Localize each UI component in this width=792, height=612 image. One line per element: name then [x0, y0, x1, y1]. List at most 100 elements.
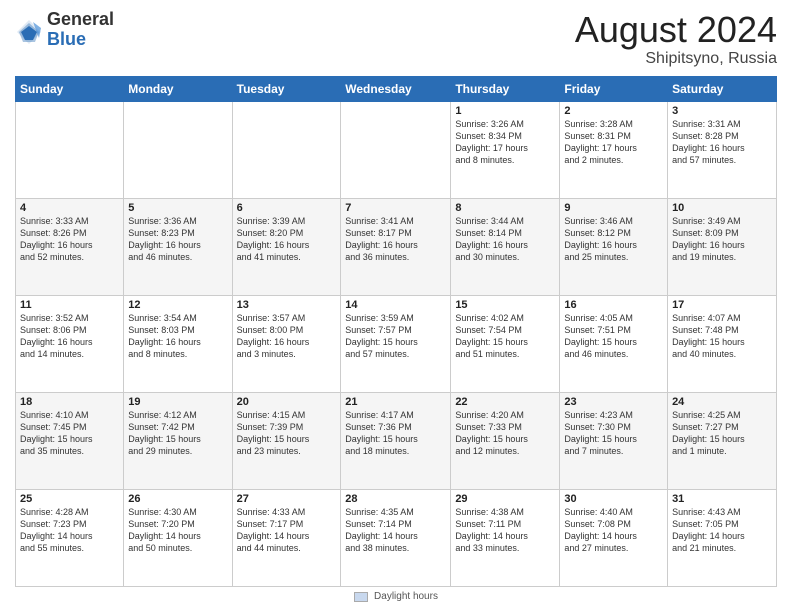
calendar-cell-w3d1: 19Sunrise: 4:12 AM Sunset: 7:42 PM Dayli… [124, 392, 232, 489]
calendar-cell-w1d0: 4Sunrise: 3:33 AM Sunset: 8:26 PM Daylig… [16, 198, 124, 295]
day-info: Sunrise: 4:17 AM Sunset: 7:36 PM Dayligh… [345, 409, 446, 458]
calendar-cell-w4d1: 26Sunrise: 4:30 AM Sunset: 7:20 PM Dayli… [124, 489, 232, 586]
day-info: Sunrise: 4:10 AM Sunset: 7:45 PM Dayligh… [20, 409, 119, 458]
day-info: Sunrise: 3:52 AM Sunset: 8:06 PM Dayligh… [20, 312, 119, 361]
day-number: 28 [345, 493, 446, 505]
logo-text: General Blue [47, 10, 114, 50]
day-info: Sunrise: 3:28 AM Sunset: 8:31 PM Dayligh… [564, 118, 663, 167]
weekday-header-row: SundayMondayTuesdayWednesdayThursdayFrid… [16, 76, 777, 101]
day-number: 5 [128, 202, 227, 214]
calendar-cell-w3d0: 18Sunrise: 4:10 AM Sunset: 7:45 PM Dayli… [16, 392, 124, 489]
calendar-cell-w4d2: 27Sunrise: 4:33 AM Sunset: 7:17 PM Dayli… [232, 489, 341, 586]
day-number: 18 [20, 396, 119, 408]
calendar-cell-w4d0: 25Sunrise: 4:28 AM Sunset: 7:23 PM Dayli… [16, 489, 124, 586]
day-info: Sunrise: 4:15 AM Sunset: 7:39 PM Dayligh… [237, 409, 337, 458]
weekday-header-wednesday: Wednesday [341, 76, 451, 101]
calendar-cell-w3d2: 20Sunrise: 4:15 AM Sunset: 7:39 PM Dayli… [232, 392, 341, 489]
week-row-1: 4Sunrise: 3:33 AM Sunset: 8:26 PM Daylig… [16, 198, 777, 295]
day-number: 19 [128, 396, 227, 408]
day-number: 22 [455, 396, 555, 408]
calendar-cell-w1d1: 5Sunrise: 3:36 AM Sunset: 8:23 PM Daylig… [124, 198, 232, 295]
day-info: Sunrise: 3:36 AM Sunset: 8:23 PM Dayligh… [128, 215, 227, 264]
logo-general: General [47, 10, 114, 30]
calendar-cell-w1d2: 6Sunrise: 3:39 AM Sunset: 8:20 PM Daylig… [232, 198, 341, 295]
day-number: 26 [128, 493, 227, 505]
calendar-cell-w1d5: 9Sunrise: 3:46 AM Sunset: 8:12 PM Daylig… [560, 198, 668, 295]
calendar-cell-w4d5: 30Sunrise: 4:40 AM Sunset: 7:08 PM Dayli… [560, 489, 668, 586]
calendar-cell-w0d6: 3Sunrise: 3:31 AM Sunset: 8:28 PM Daylig… [668, 101, 777, 198]
calendar-cell-w1d3: 7Sunrise: 3:41 AM Sunset: 8:17 PM Daylig… [341, 198, 451, 295]
day-info: Sunrise: 4:40 AM Sunset: 7:08 PM Dayligh… [564, 506, 663, 555]
calendar-cell-w0d3 [341, 101, 451, 198]
daylight-label: Daylight hours [374, 591, 438, 602]
day-info: Sunrise: 3:41 AM Sunset: 8:17 PM Dayligh… [345, 215, 446, 264]
logo: General Blue [15, 10, 114, 50]
calendar-cell-w2d4: 15Sunrise: 4:02 AM Sunset: 7:54 PM Dayli… [451, 295, 560, 392]
day-number: 29 [455, 493, 555, 505]
calendar-cell-w1d6: 10Sunrise: 3:49 AM Sunset: 8:09 PM Dayli… [668, 198, 777, 295]
day-info: Sunrise: 3:59 AM Sunset: 7:57 PM Dayligh… [345, 312, 446, 361]
day-number: 16 [564, 299, 663, 311]
day-number: 23 [564, 396, 663, 408]
day-info: Sunrise: 3:54 AM Sunset: 8:03 PM Dayligh… [128, 312, 227, 361]
calendar-cell-w3d4: 22Sunrise: 4:20 AM Sunset: 7:33 PM Dayli… [451, 392, 560, 489]
calendar-cell-w2d3: 14Sunrise: 3:59 AM Sunset: 7:57 PM Dayli… [341, 295, 451, 392]
day-number: 8 [455, 202, 555, 214]
day-info: Sunrise: 3:57 AM Sunset: 8:00 PM Dayligh… [237, 312, 337, 361]
day-info: Sunrise: 4:02 AM Sunset: 7:54 PM Dayligh… [455, 312, 555, 361]
calendar-cell-w2d5: 16Sunrise: 4:05 AM Sunset: 7:51 PM Dayli… [560, 295, 668, 392]
day-info: Sunrise: 4:23 AM Sunset: 7:30 PM Dayligh… [564, 409, 663, 458]
weekday-header-saturday: Saturday [668, 76, 777, 101]
calendar-cell-w2d1: 12Sunrise: 3:54 AM Sunset: 8:03 PM Dayli… [124, 295, 232, 392]
day-number: 11 [20, 299, 119, 311]
week-row-4: 25Sunrise: 4:28 AM Sunset: 7:23 PM Dayli… [16, 489, 777, 586]
day-info: Sunrise: 4:20 AM Sunset: 7:33 PM Dayligh… [455, 409, 555, 458]
week-row-0: 1Sunrise: 3:26 AM Sunset: 8:34 PM Daylig… [16, 101, 777, 198]
day-info: Sunrise: 3:49 AM Sunset: 8:09 PM Dayligh… [672, 215, 772, 264]
day-number: 27 [237, 493, 337, 505]
calendar-cell-w2d0: 11Sunrise: 3:52 AM Sunset: 8:06 PM Dayli… [16, 295, 124, 392]
day-info: Sunrise: 4:25 AM Sunset: 7:27 PM Dayligh… [672, 409, 772, 458]
day-info: Sunrise: 4:30 AM Sunset: 7:20 PM Dayligh… [128, 506, 227, 555]
day-info: Sunrise: 4:07 AM Sunset: 7:48 PM Dayligh… [672, 312, 772, 361]
day-info: Sunrise: 3:39 AM Sunset: 8:20 PM Dayligh… [237, 215, 337, 264]
calendar-cell-w4d6: 31Sunrise: 4:43 AM Sunset: 7:05 PM Dayli… [668, 489, 777, 586]
day-info: Sunrise: 4:43 AM Sunset: 7:05 PM Dayligh… [672, 506, 772, 555]
title-month-year: August 2024 [575, 10, 777, 50]
day-number: 7 [345, 202, 446, 214]
calendar-cell-w1d4: 8Sunrise: 3:44 AM Sunset: 8:14 PM Daylig… [451, 198, 560, 295]
day-info: Sunrise: 4:35 AM Sunset: 7:14 PM Dayligh… [345, 506, 446, 555]
header: General Blue August 2024 Shipitsyno, Rus… [15, 10, 777, 68]
calendar-cell-w0d1 [124, 101, 232, 198]
day-number: 24 [672, 396, 772, 408]
logo-blue: Blue [47, 30, 114, 50]
day-number: 10 [672, 202, 772, 214]
day-number: 14 [345, 299, 446, 311]
day-number: 13 [237, 299, 337, 311]
calendar-cell-w2d2: 13Sunrise: 3:57 AM Sunset: 8:00 PM Dayli… [232, 295, 341, 392]
page: General Blue August 2024 Shipitsyno, Rus… [0, 0, 792, 612]
day-info: Sunrise: 3:44 AM Sunset: 8:14 PM Dayligh… [455, 215, 555, 264]
day-number: 2 [564, 105, 663, 117]
calendar-cell-w4d4: 29Sunrise: 4:38 AM Sunset: 7:11 PM Dayli… [451, 489, 560, 586]
day-number: 30 [564, 493, 663, 505]
calendar-cell-w3d6: 24Sunrise: 4:25 AM Sunset: 7:27 PM Dayli… [668, 392, 777, 489]
day-info: Sunrise: 4:38 AM Sunset: 7:11 PM Dayligh… [455, 506, 555, 555]
day-number: 6 [237, 202, 337, 214]
calendar-cell-w0d2 [232, 101, 341, 198]
day-number: 12 [128, 299, 227, 311]
day-number: 15 [455, 299, 555, 311]
daylight-swatch [354, 592, 368, 602]
day-info: Sunrise: 4:12 AM Sunset: 7:42 PM Dayligh… [128, 409, 227, 458]
week-row-2: 11Sunrise: 3:52 AM Sunset: 8:06 PM Dayli… [16, 295, 777, 392]
weekday-header-friday: Friday [560, 76, 668, 101]
calendar-cell-w0d0 [16, 101, 124, 198]
day-info: Sunrise: 4:05 AM Sunset: 7:51 PM Dayligh… [564, 312, 663, 361]
day-info: Sunrise: 3:33 AM Sunset: 8:26 PM Dayligh… [20, 215, 119, 264]
day-number: 1 [455, 105, 555, 117]
calendar-cell-w0d4: 1Sunrise: 3:26 AM Sunset: 8:34 PM Daylig… [451, 101, 560, 198]
weekday-header-sunday: Sunday [16, 76, 124, 101]
calendar-table: SundayMondayTuesdayWednesdayThursdayFrid… [15, 76, 777, 587]
footer: Daylight hours [15, 591, 777, 602]
day-number: 31 [672, 493, 772, 505]
